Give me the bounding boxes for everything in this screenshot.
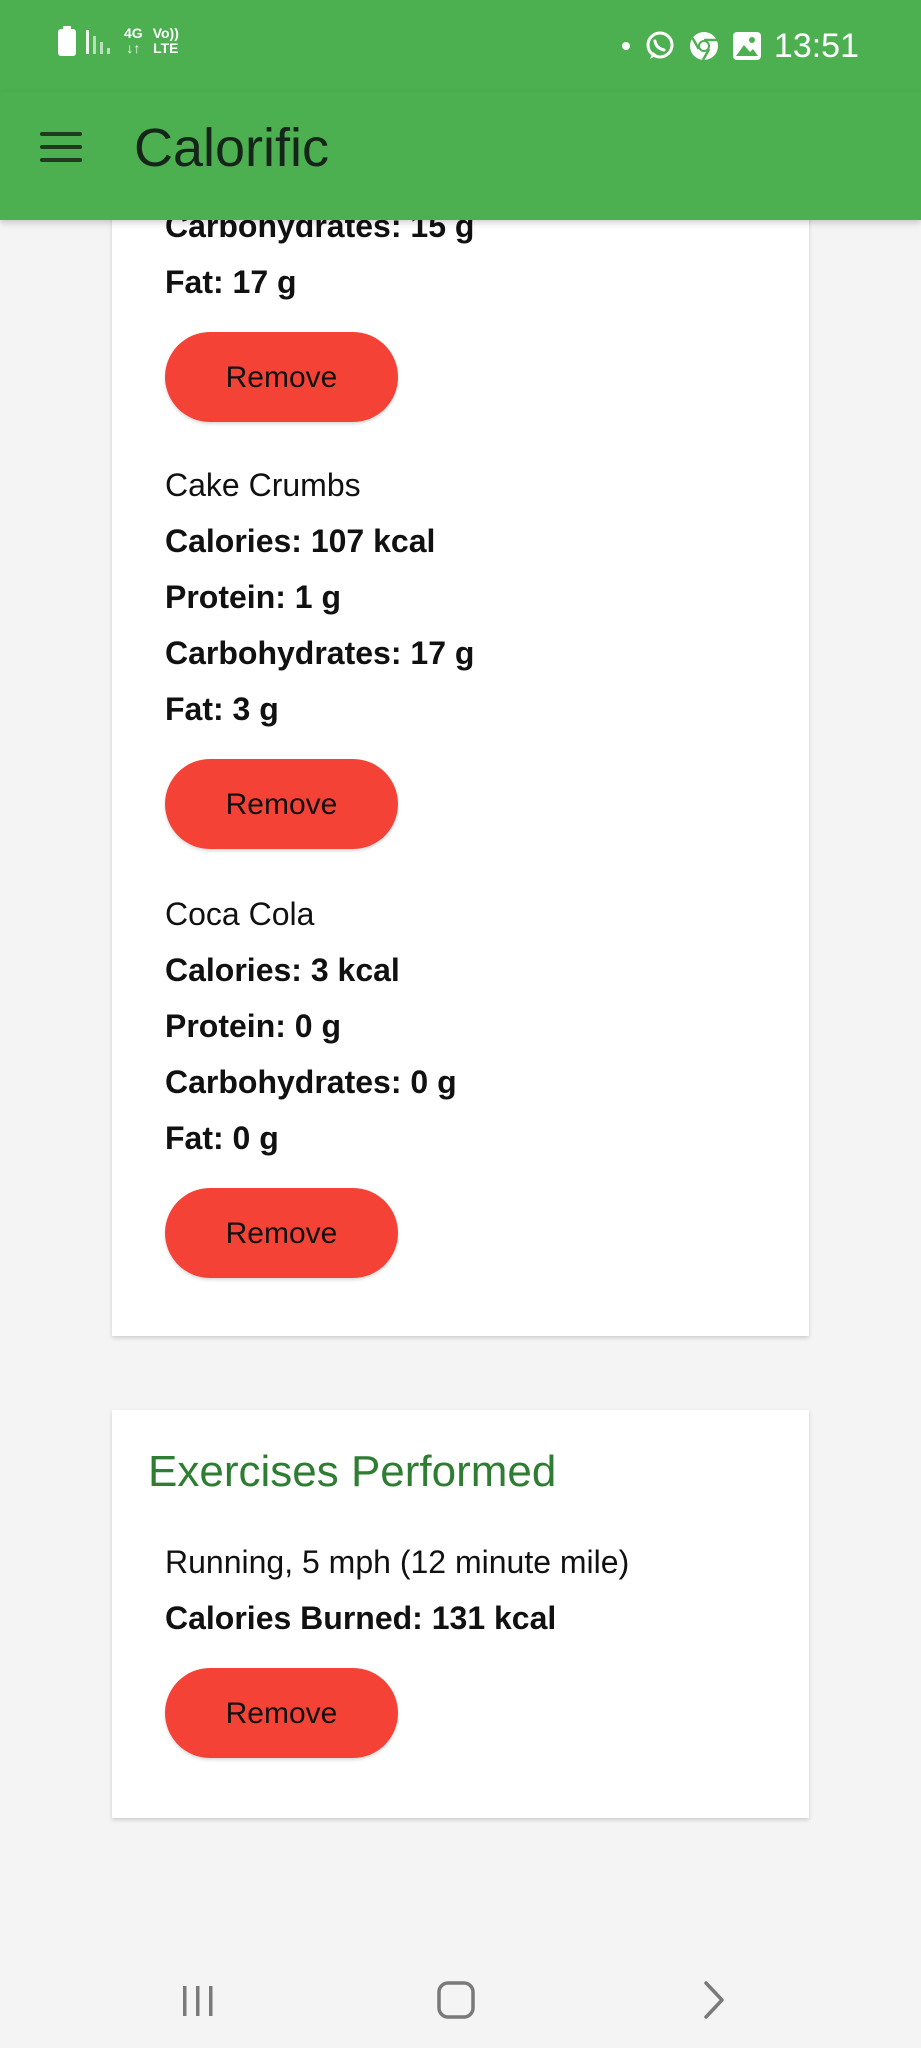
- system-nav-bar: [0, 1940, 921, 2048]
- status-bar: 4G ↓↑ Vo)) LTE 13:51: [0, 0, 921, 92]
- foods-card: Carbohydrates: 15 g Fat: 17 g Remove Cak…: [112, 150, 809, 1336]
- food-item-partial: Carbohydrates: 15 g Fat: 17 g Remove: [165, 198, 474, 422]
- recents-icon[interactable]: [168, 1970, 228, 2030]
- food-calories: Calories: 107 kcal: [165, 523, 436, 559]
- food-calories: Calories: 3 kcal: [165, 952, 400, 988]
- menu-line: [40, 145, 82, 149]
- gallery-icon: [732, 32, 761, 60]
- food-carbs: Carbohydrates: 17 g: [165, 635, 475, 671]
- network-label: 4G: [124, 25, 143, 41]
- remove-button[interactable]: Remove: [165, 1188, 398, 1278]
- app-bar: Calorific: [0, 92, 921, 220]
- volte-label-top: Vo)): [152, 25, 179, 41]
- remove-button[interactable]: Remove: [165, 1668, 398, 1758]
- remove-button[interactable]: Remove: [165, 332, 398, 422]
- volte-label-bottom: LTE: [153, 40, 179, 56]
- food-carbs: Carbohydrates: 0 g: [165, 1064, 457, 1100]
- exercise-name: Running, 5 mph (12 minute mile): [165, 1544, 630, 1580]
- status-left-icons: 4G ↓↑ Vo)) LTE: [58, 26, 179, 56]
- chrome-icon: [689, 32, 718, 61]
- exercise-calories-burned: Calories Burned: 131 kcal: [165, 1600, 557, 1636]
- food-protein: Protein: 1 g: [165, 579, 342, 615]
- section-title: Exercises Performed: [148, 1447, 557, 1496]
- whatsapp-icon: [646, 31, 674, 59]
- notification-dot-icon: [621, 42, 630, 50]
- battery-icon: [58, 26, 76, 56]
- food-fat: Fat: 17 g: [165, 264, 297, 300]
- volte-indicator: Vo)) LTE: [153, 26, 179, 56]
- exercises-card: Exercises Performed Running, 5 mph (12 m…: [112, 1410, 809, 1818]
- app-title: Calorific: [134, 118, 330, 178]
- food-fat: Fat: 3 g: [165, 691, 279, 727]
- data-arrows-icon: ↓↑: [126, 40, 141, 56]
- food-fat: Fat: 0 g: [165, 1120, 279, 1156]
- menu-line: [40, 132, 82, 136]
- menu-line: [40, 158, 82, 162]
- food-name: Cake Crumbs: [165, 467, 361, 503]
- hamburger-menu-icon[interactable]: [40, 132, 84, 164]
- network-type-indicator: 4G ↓↑: [124, 26, 143, 56]
- signal-icon: [86, 30, 110, 54]
- food-protein: Protein: 0 g: [165, 1008, 342, 1044]
- back-icon[interactable]: [684, 1970, 744, 2030]
- food-name: Coca Cola: [165, 896, 315, 932]
- exercise-item: Running, 5 mph (12 minute mile) Calories…: [165, 1534, 629, 1758]
- home-icon[interactable]: [426, 1970, 486, 2030]
- status-right-icons: 13:51: [620, 26, 859, 66]
- clock: 13:51: [773, 27, 859, 65]
- remove-button[interactable]: Remove: [165, 759, 398, 849]
- food-item: Cake Crumbs Calories: 107 kcal Protein: …: [165, 457, 474, 849]
- food-item: Coca Cola Calories: 3 kcal Protein: 0 g …: [165, 886, 457, 1278]
